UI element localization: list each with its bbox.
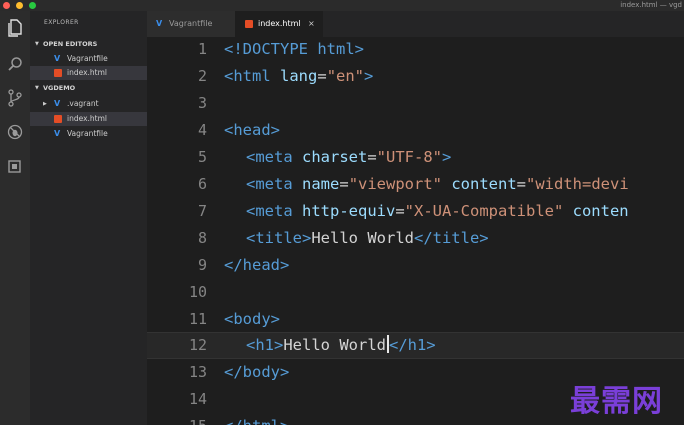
explorer-sidebar: EXPLORER ▼ OPEN EDITORS V Vagrantfile in…: [30, 11, 147, 425]
editor-tab-bar: V Vagrantfile index.html ×: [147, 11, 684, 37]
open-editors-section[interactable]: ▼ OPEN EDITORS: [30, 39, 147, 50]
tree-item-index-html[interactable]: index.html: [30, 112, 147, 126]
tab-index-html[interactable]: index.html ×: [235, 11, 323, 37]
code-editor[interactable]: 1 <!DOCTYPE html> 2 <html lang="en"> 3 4…: [147, 37, 684, 425]
explorer-icon[interactable]: [4, 17, 26, 39]
tab-vagrantfile[interactable]: V Vagrantfile: [147, 11, 235, 37]
folder-icon: V: [54, 99, 61, 108]
debug-icon[interactable]: [4, 121, 26, 143]
chevron-down-icon: ▼: [35, 41, 39, 47]
maximize-window-button[interactable]: [29, 2, 36, 9]
chevron-right-icon: ▶: [43, 101, 47, 107]
current-code-line: 12 <h1>Hello World </h1>: [147, 332, 684, 359]
tree-item-vagrant-folder[interactable]: ▶ V .vagrant: [30, 97, 147, 111]
html-icon: [245, 20, 253, 28]
code-line: 9 </head>: [197, 256, 290, 274]
code-line: 3: [197, 94, 207, 112]
close-window-button[interactable]: [3, 2, 10, 9]
window-title: index.html — vgd: [620, 1, 682, 9]
tree-item-vagrantfile[interactable]: V Vagrantfile: [30, 127, 147, 141]
code-line: 11 <body>: [188, 310, 280, 328]
html-icon: [54, 69, 62, 77]
code-line: 7 <meta http-equiv="X-UA-Compatible" con…: [197, 202, 629, 220]
open-editor-item-vagrantfile[interactable]: V Vagrantfile: [30, 52, 147, 66]
code-line: 8 <title>Hello World</title>: [197, 229, 489, 247]
source-control-icon[interactable]: [4, 87, 26, 109]
chevron-down-icon: ▼: [35, 85, 39, 91]
html-icon: [54, 115, 62, 123]
vagrant-icon: V: [54, 129, 61, 138]
minimize-window-button[interactable]: [16, 2, 23, 9]
watermark-logo: 最需网: [570, 384, 663, 419]
code-line: 6 <meta name="viewport" content="width=d…: [197, 175, 629, 193]
activity-bar: [0, 11, 30, 425]
vagrant-icon: V: [156, 19, 163, 28]
code-line: 4 <head>: [197, 121, 280, 139]
title-bar: index.html — vgd: [0, 0, 684, 11]
code-line: 2 <html lang="en">: [197, 67, 374, 85]
code-line: 1 <!DOCTYPE html>: [197, 40, 364, 58]
explorer-title: EXPLORER: [44, 19, 79, 26]
vagrant-icon: V: [54, 54, 61, 63]
extensions-icon[interactable]: [4, 155, 26, 177]
code-line: 5 <meta charset="UTF-8">: [197, 148, 452, 166]
close-tab-icon[interactable]: ×: [308, 11, 315, 37]
code-line: 10: [188, 283, 207, 301]
open-editor-item-index-html[interactable]: index.html: [30, 66, 147, 80]
project-section[interactable]: ▼ VGDEMO: [30, 83, 147, 94]
search-icon[interactable]: [4, 53, 26, 75]
